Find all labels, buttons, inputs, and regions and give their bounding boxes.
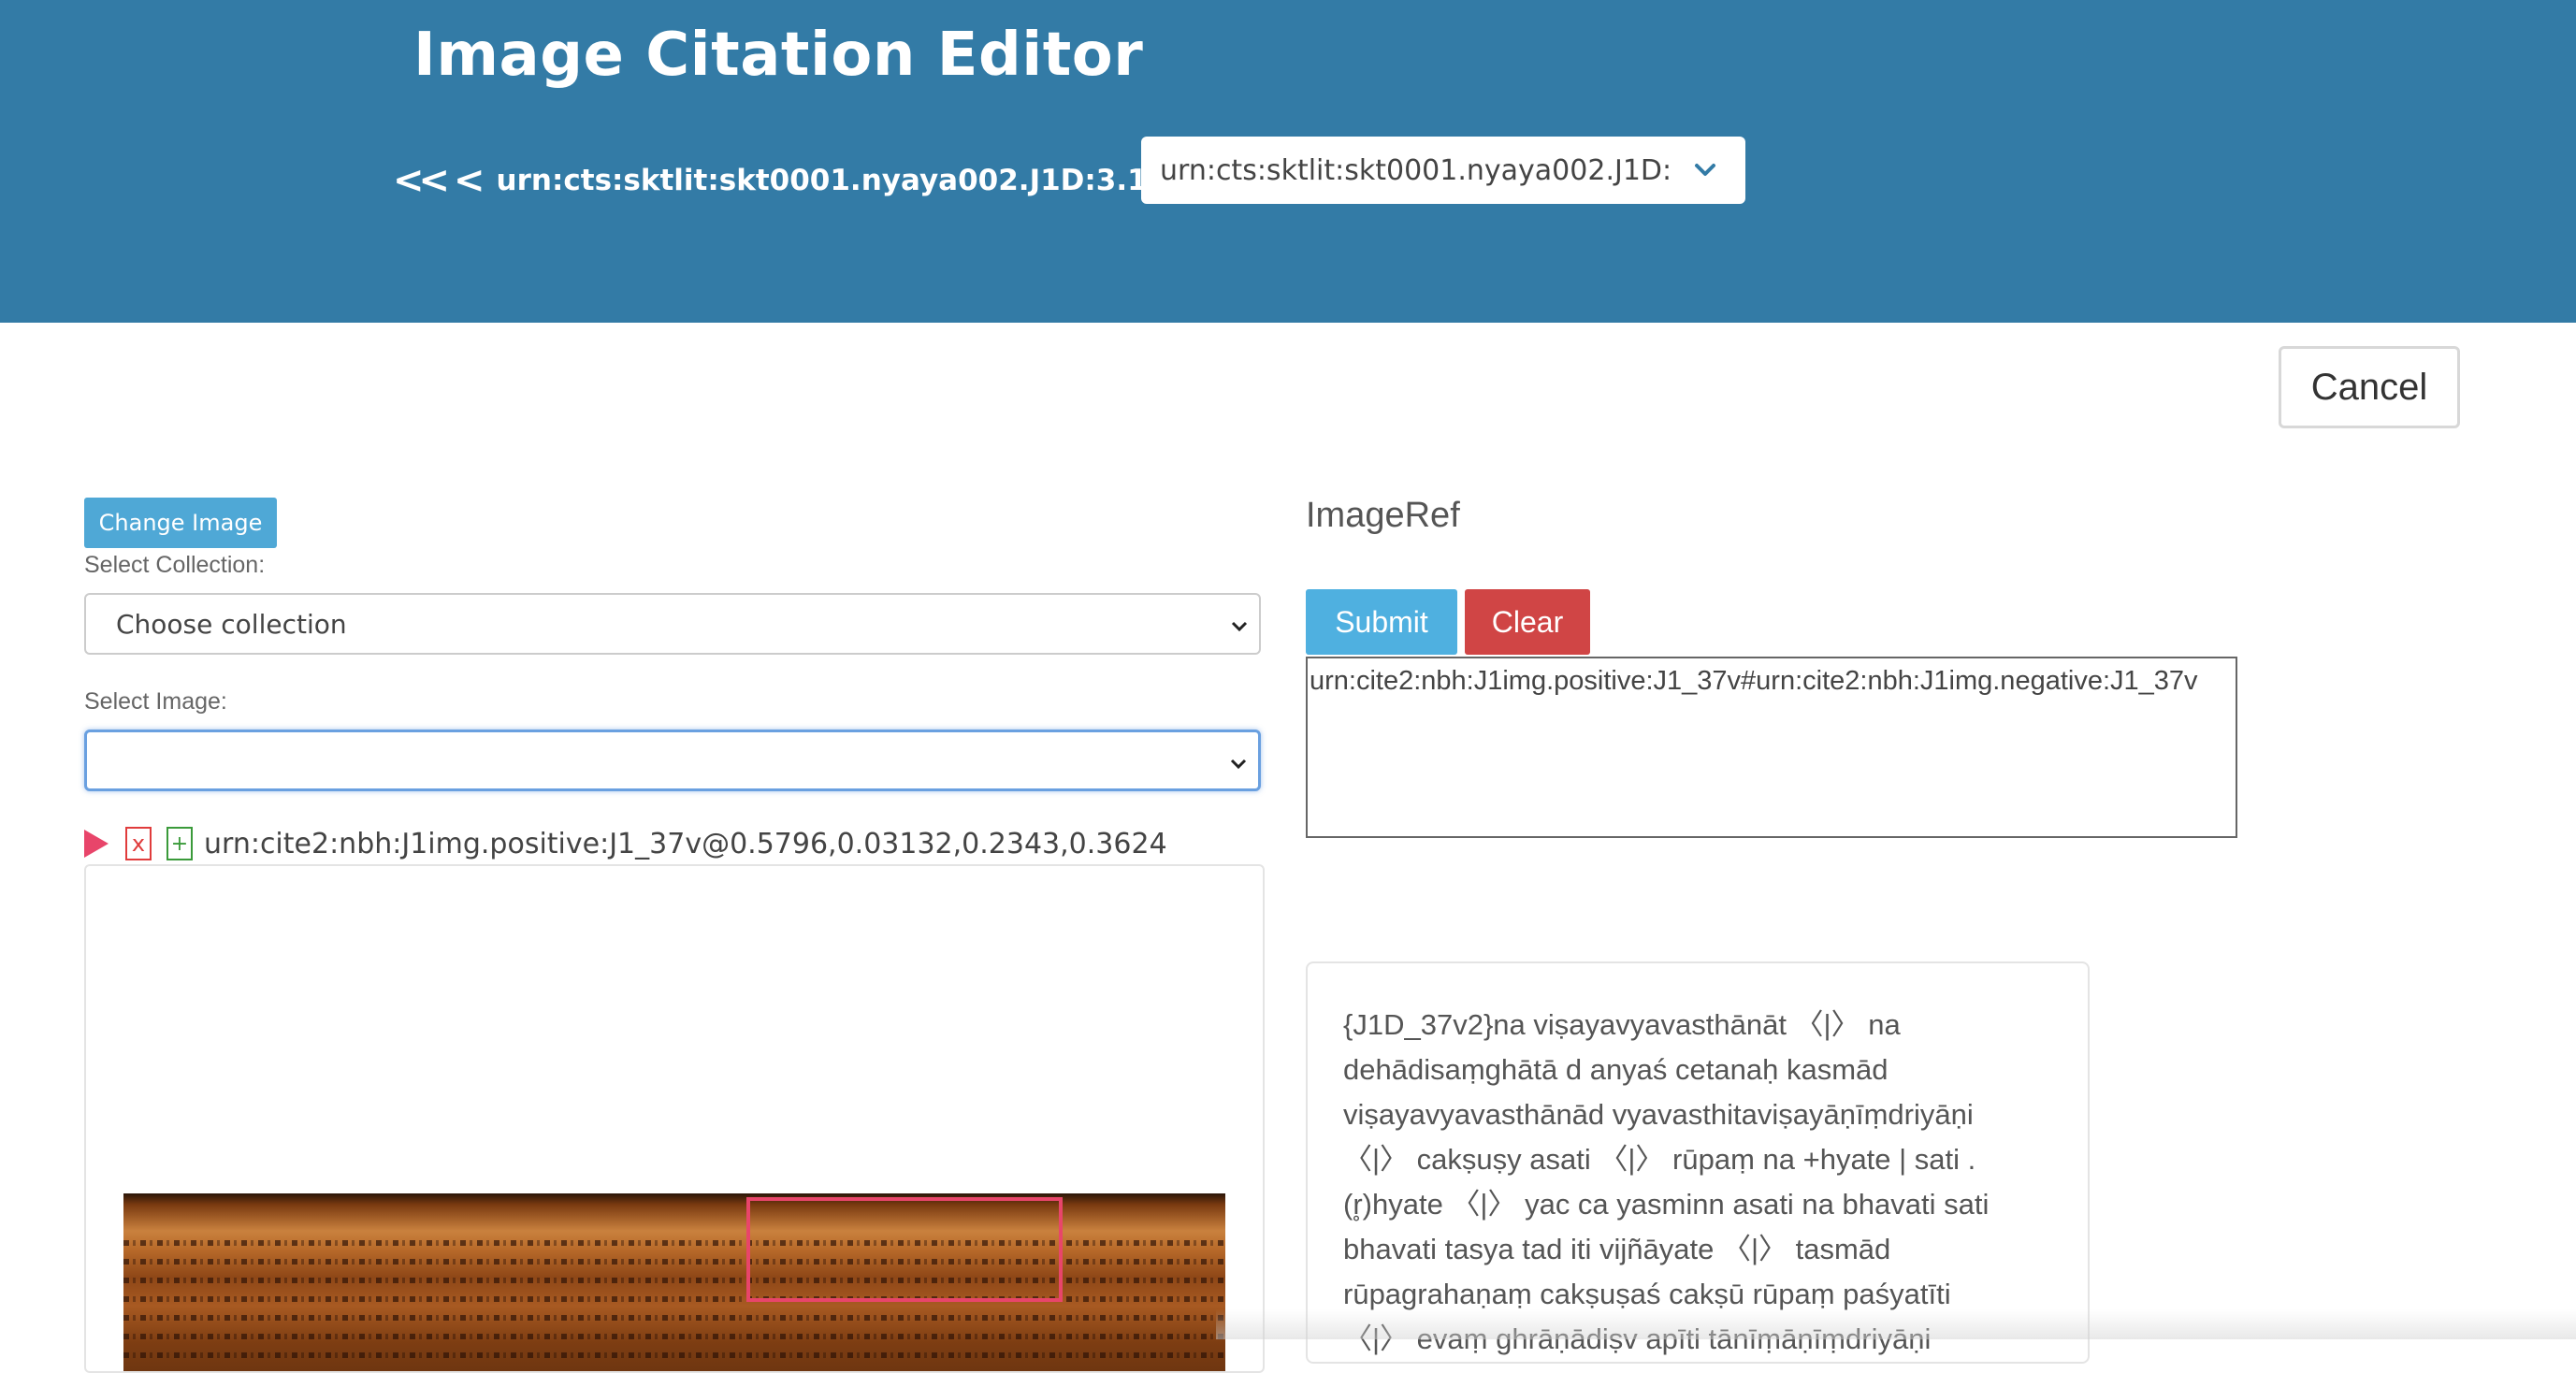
add-roi-button[interactable]: + [166, 827, 193, 860]
manuscript-text-line [123, 1334, 1225, 1339]
passage-line: {J1D_37v2}na viṣayavyavasthānāt 〈|〉 na [1343, 1008, 1901, 1041]
urn-select[interactable]: urn:cts:sktlit:skt0001.nyaya002.J1D: [1141, 137, 1745, 204]
roi-highlight-box[interactable] [746, 1197, 1063, 1302]
manuscript-text-line [123, 1352, 1225, 1358]
text-passage-panel: {J1D_37v2}na viṣayavyavasthānāt 〈|〉 na d… [1306, 961, 2090, 1364]
select-image-label: Select Image: [84, 688, 227, 715]
page-title: Image Citation Editor [413, 21, 1144, 90]
collection-select[interactable]: Choose collection [84, 593, 1261, 655]
remove-roi-button[interactable]: x [125, 827, 152, 860]
image-select[interactable] [84, 730, 1261, 791]
current-passage-urn: urn:cts:sktlit:skt0001.nyaya002.J1D:3.1.… [496, 164, 1179, 197]
collection-select-value: Choose collection [116, 608, 347, 640]
chevron-down-icon [1230, 759, 1247, 770]
scroll-shadow [1216, 1309, 2576, 1339]
passage-line: (r̥)hyate 〈|〉 yac ca yasminn asati na bh… [1343, 1188, 1990, 1221]
submit-button[interactable]: Submit [1306, 589, 1457, 655]
select-collection-label: Select Collection: [84, 552, 266, 578]
chevron-down-icon [1231, 621, 1248, 632]
clear-button[interactable]: Clear [1465, 589, 1590, 655]
chevron-down-icon [1695, 164, 1715, 176]
app-header: Image Citation Editor << < urn:cts:sktli… [0, 0, 2576, 323]
passage-line: viṣayavyavasthānād vyavasthitaviṣayāṇīṃd… [1343, 1098, 1974, 1131]
first-passage-button[interactable]: << [393, 159, 450, 202]
manuscript-text-line [123, 1315, 1225, 1321]
passage-line: 〈|〉 cakṣuṣy asati 〈|〉 rūpaṃ na +hyate | … [1343, 1143, 1976, 1176]
urn-select-value: urn:cts:sktlit:skt0001.nyaya002.J1D: [1160, 153, 1672, 187]
manuscript-image[interactable] [123, 1193, 1225, 1371]
roi-entry: x + urn:cite2:nbh:J1img.positive:J1_37v@… [84, 823, 1167, 864]
imageref-heading: ImageRef [1306, 496, 1460, 535]
passage-line: bhavati tasya tad iti vijñāyate 〈|〉 tasm… [1343, 1233, 1891, 1265]
change-image-button[interactable]: Change Image [84, 498, 277, 548]
image-viewer[interactable] [84, 864, 1265, 1373]
cancel-button[interactable]: Cancel [2279, 346, 2460, 428]
play-icon[interactable] [84, 830, 109, 858]
prev-passage-button[interactable]: < [454, 159, 485, 202]
imageref-textarea[interactable]: urn:cite2:nbh:J1img.positive:J1_37v#urn:… [1306, 657, 2237, 838]
roi-urn: urn:cite2:nbh:J1img.positive:J1_37v@0.57… [204, 827, 1167, 860]
passage-line: dehādisaṃghātā d anyaś cetanaḥ kasmād [1343, 1053, 1889, 1086]
